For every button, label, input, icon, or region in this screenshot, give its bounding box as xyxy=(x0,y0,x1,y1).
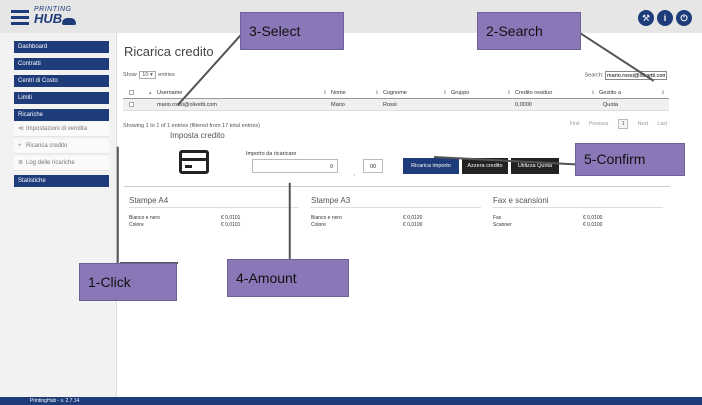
price-title-a3: Stampe A3 xyxy=(311,196,351,205)
search-box: Search: xyxy=(585,71,667,80)
sidebar-item-dashboard[interactable]: Dashboard xyxy=(14,41,109,53)
sidebar-item-limiti[interactable]: Limiti xyxy=(14,92,109,104)
row-checkbox[interactable] xyxy=(129,102,134,109)
page-current[interactable]: 1 xyxy=(617,119,629,129)
cloud-icon xyxy=(62,18,76,25)
callout-search: 2-Search xyxy=(477,12,581,50)
page-last[interactable]: Last xyxy=(658,121,667,127)
sort-icon[interactable]: ▴ xyxy=(149,90,152,96)
chevron-down-icon: ▾ xyxy=(149,72,153,78)
sidebar: Dashboard Contratti Centri di Costo Limi… xyxy=(0,33,117,405)
price-title-a4: Stampe A4 xyxy=(129,196,169,205)
col-username[interactable]: Username xyxy=(157,90,182,96)
printing-hub-logo: PRINTING HUB xyxy=(34,6,78,28)
settings-icon: ≪ xyxy=(18,126,25,132)
sort-icon[interactable]: ⇕ xyxy=(591,90,595,96)
section-divider xyxy=(124,186,670,187)
page-previous[interactable]: Previous xyxy=(589,121,608,127)
sidebar-item-log-ricariche[interactable]: ≣ Log delle ricariche xyxy=(14,156,109,171)
sort-icon[interactable]: ⇕ xyxy=(507,90,511,96)
top-bar: PRINTING HUB ⚒ i ⏻ xyxy=(0,0,702,33)
table-header: ▴ Username ⇕ Nome ⇕ Cognome ⇕ Gruppo ⇕ C… xyxy=(123,87,669,99)
menu-icon[interactable] xyxy=(11,10,29,25)
search-input[interactable] xyxy=(605,71,667,80)
cell-gestito: Quota xyxy=(603,102,618,108)
credit-card-icon xyxy=(179,150,209,174)
cell-nome: Mario xyxy=(331,102,345,108)
table-info: Showing 1 to 1 of 1 entries (filtered fr… xyxy=(123,123,260,129)
plus-icon: + xyxy=(18,143,22,149)
entries-selector: Show 10 ▾ entries xyxy=(123,71,175,79)
cell-credito: 0,0000 xyxy=(515,102,532,108)
entries-select[interactable]: 10 ▾ xyxy=(139,71,156,79)
sidebar-item-impostazioni-vendita[interactable]: ≪ Impostazioni di vendita xyxy=(14,122,109,137)
amount-decimal-input[interactable]: 00 xyxy=(363,159,383,173)
col-gestito[interactable]: Gestito a xyxy=(599,90,621,96)
footer-version: PrintingHub - v. 2.7.14 xyxy=(0,397,702,405)
col-gruppo[interactable]: Gruppo xyxy=(451,90,469,96)
callout-amount: 4-Amount xyxy=(227,259,349,297)
list-icon: ≣ xyxy=(18,160,24,166)
arrow-amount xyxy=(289,182,291,261)
col-credito[interactable]: Credito residuo xyxy=(515,90,552,96)
decimal-separator: , xyxy=(354,171,356,177)
cell-username: mario.rossi@olivetti.com xyxy=(157,102,217,108)
arrow-click xyxy=(117,146,119,267)
callout-confirm: 5-Confirm xyxy=(575,143,685,176)
sidebar-item-centri-di-costo[interactable]: Centri di Costo xyxy=(14,75,109,87)
wrench-icon[interactable]: ⚒ xyxy=(638,10,654,26)
col-nome[interactable]: Nome xyxy=(331,90,346,96)
select-all-checkbox[interactable] xyxy=(129,90,134,97)
pagination: First Previous 1 Next Last xyxy=(562,119,667,129)
sort-icon[interactable]: ⇕ xyxy=(375,90,379,96)
sort-icon[interactable]: ⇕ xyxy=(443,90,447,96)
callout-click: 1-Click xyxy=(79,263,177,301)
page-first[interactable]: First xyxy=(570,121,580,127)
sidebar-item-ricariche[interactable]: Ricariche xyxy=(14,109,109,121)
amount-integer-input[interactable]: 0 xyxy=(252,159,338,173)
users-table: ▴ Username ⇕ Nome ⇕ Cognome ⇕ Gruppo ⇕ C… xyxy=(123,87,669,111)
info-icon[interactable]: i xyxy=(657,10,673,26)
power-icon[interactable]: ⏻ xyxy=(676,10,692,26)
table-row[interactable]: mario.rossi@olivetti.com Mario Rossi 0,0… xyxy=(123,99,669,111)
price-title-fax: Fax e scansioni xyxy=(493,196,549,205)
sort-icon[interactable]: ⇕ xyxy=(323,90,327,96)
main-content: Ricarica credito Show 10 ▾ entries Searc… xyxy=(117,33,677,397)
sidebar-item-ricarica-credito[interactable]: + Ricarica credito xyxy=(14,139,109,154)
callout-select: 3-Select xyxy=(240,12,344,50)
amount-label: Importo da ricaricare xyxy=(246,151,297,157)
page-title: Ricarica credito xyxy=(124,44,214,59)
sidebar-item-statistiche[interactable]: Statistiche xyxy=(14,175,109,187)
page-next[interactable]: Next xyxy=(638,121,648,127)
credit-section-title: Imposta credito xyxy=(170,131,225,140)
sidebar-item-contratti[interactable]: Contratti xyxy=(14,58,109,70)
cell-cognome: Rossi xyxy=(383,102,397,108)
sort-icon[interactable]: ⇕ xyxy=(661,90,665,96)
col-cognome[interactable]: Cognome xyxy=(383,90,407,96)
recharge-amount-button[interactable]: Ricarica importo xyxy=(403,158,459,174)
